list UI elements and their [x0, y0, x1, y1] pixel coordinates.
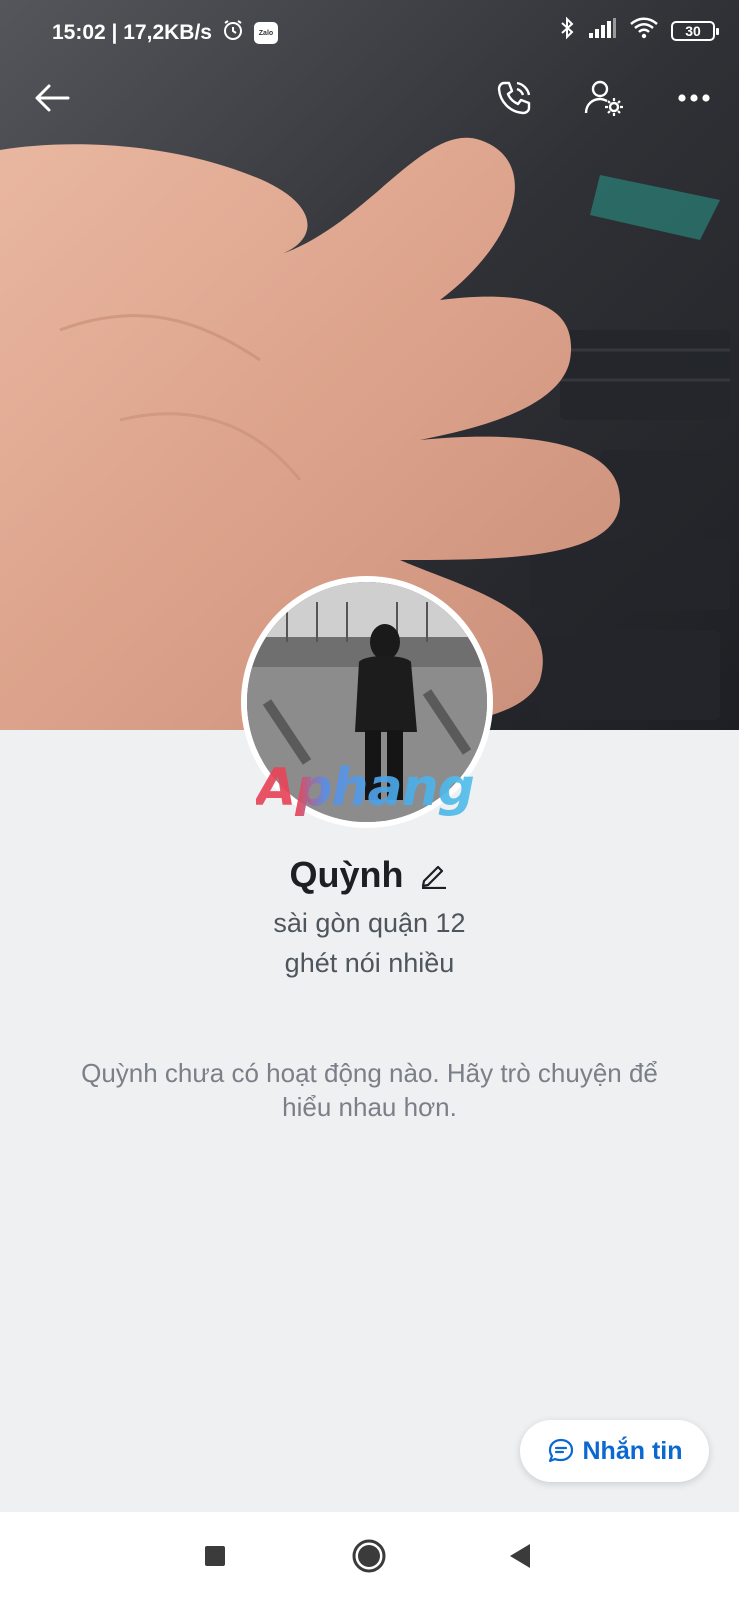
bluetooth-icon — [559, 16, 575, 46]
alarm-icon — [222, 19, 244, 47]
message-button[interactable]: Nhắn tin — [520, 1420, 709, 1482]
message-button-label: Nhắn tin — [582, 1436, 683, 1465]
system-nav-bar — [0, 1512, 739, 1600]
back-button[interactable] — [28, 74, 76, 122]
watermark: Aphang — [256, 758, 486, 818]
edit-name-button[interactable] — [418, 859, 450, 891]
status-left: 15:02 | 17,2KB/s Zalo — [52, 19, 278, 47]
status-time-speed: 15:02 | 17,2KB/s — [52, 21, 212, 44]
user-settings-button[interactable] — [580, 74, 628, 122]
bio-line-1: sài gòn quận 12 — [273, 908, 466, 938]
user-settings-icon — [584, 80, 623, 116]
pencil-icon — [421, 865, 446, 889]
recents-button[interactable] — [187, 1528, 243, 1584]
triangle-back-icon — [510, 1544, 530, 1568]
back-arrow-icon — [35, 84, 70, 112]
zalo-icon: Zalo — [253, 22, 278, 44]
name-row: Quỳnh — [0, 850, 739, 900]
empty-activity-message: Quỳnh chưa có hoạt động nào. Hãy trò chu… — [81, 1058, 658, 1122]
more-icon — [678, 94, 710, 102]
circle-icon — [352, 1539, 386, 1573]
chat-bubble-icon — [548, 1438, 573, 1463]
profile-name: Quỳnh — [289, 854, 404, 895]
phone-icon — [497, 81, 531, 115]
signal-icon — [587, 17, 617, 45]
status-right: 30 — [559, 16, 719, 46]
battery-icon: 30 — [671, 21, 719, 41]
call-button[interactable] — [490, 74, 538, 122]
bio-line-2: ghét nói nhiều — [284, 948, 455, 978]
top-action-bar — [0, 66, 739, 130]
home-button[interactable] — [341, 1528, 397, 1584]
wifi-icon — [629, 17, 659, 45]
nav-back-button[interactable] — [492, 1528, 548, 1584]
more-options-button[interactable] — [670, 74, 718, 122]
status-bar: 15:02 | 17,2KB/s Zalo 30 — [0, 0, 739, 60]
profile-info: Quỳnh sài gòn quận 12 ghét nói nhiều — [0, 850, 739, 983]
square-icon — [205, 1546, 225, 1566]
